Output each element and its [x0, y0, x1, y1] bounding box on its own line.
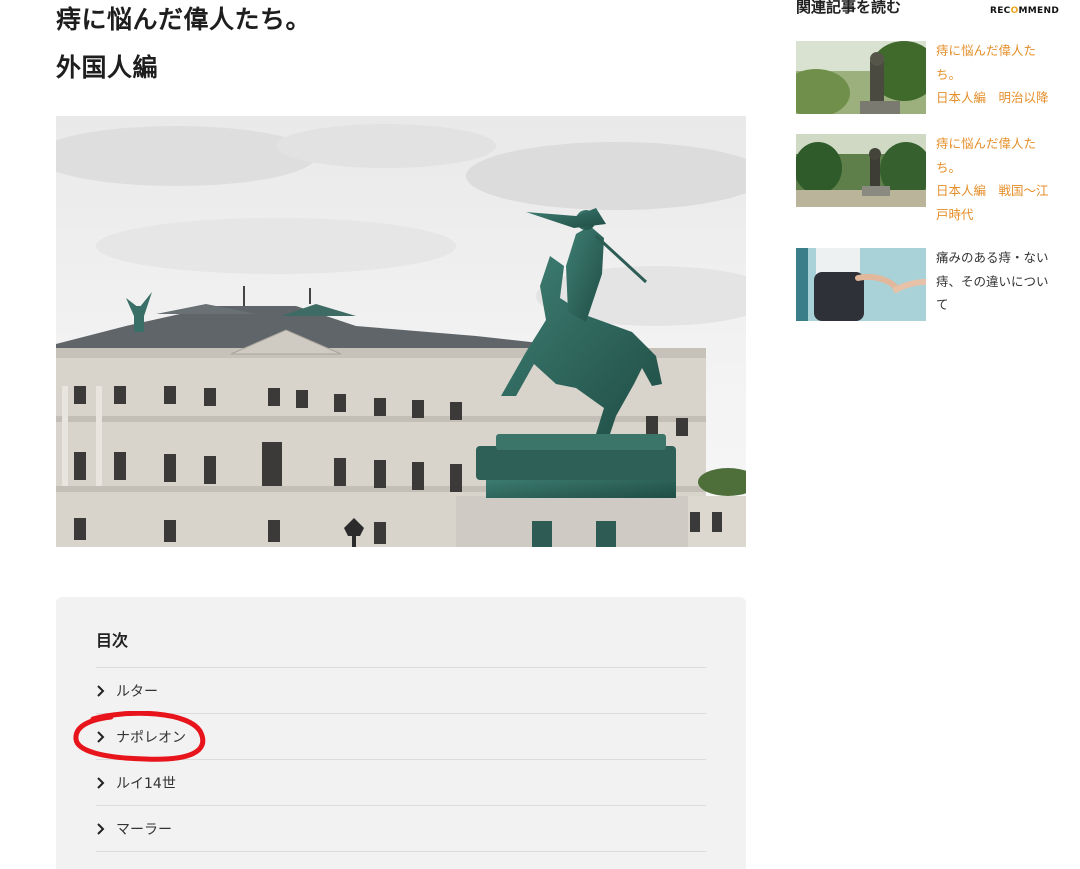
table-of-contents: 目次 ルター ナポレオン ルイ14世 マーラー	[56, 597, 746, 869]
article-thumbnail	[796, 248, 926, 321]
toc-item-louis-xiv[interactable]: ルイ14世	[96, 760, 706, 806]
chevron-right-icon	[96, 730, 116, 743]
toc-item-label: ナポレオン	[116, 729, 186, 746]
toc-item-label: マーラー	[116, 821, 172, 838]
toc-item-napoleon[interactable]: ナポレオン	[96, 714, 706, 760]
chevron-right-icon	[96, 684, 116, 697]
article-title: 痔に悩んだ偉人た ち。 日本人編 戦国〜江 戸時代	[936, 136, 1049, 222]
recommend-badge: RECOMMEND	[990, 6, 1060, 16]
article-title-line1: 痔に悩んだ偉人たち。	[56, 5, 312, 34]
article-thumbnail	[796, 41, 926, 114]
article-thumbnail	[796, 134, 926, 207]
related-articles-heading: 関連記事を読む	[796, 0, 902, 16]
chevron-right-icon	[96, 822, 116, 835]
related-article-card-2[interactable]: 痔に悩んだ偉人た ち。 日本人編 戦国〜江 戸時代	[796, 134, 1066, 226]
toc-heading: 目次	[96, 627, 706, 668]
article-title: 痛みのある痔・ない 痔、その違いについ て	[936, 250, 1049, 312]
hero-image	[56, 116, 746, 547]
article-title: 痔に悩んだ偉人た ち。 日本人編 明治以降	[936, 43, 1049, 105]
chevron-right-icon	[96, 776, 116, 789]
toc-item-label: ルター	[116, 683, 158, 700]
article-title-line2: 外国人編	[56, 53, 159, 82]
toc-item-label: ルイ14世	[116, 775, 176, 792]
related-article-card-3[interactable]: 痛みのある痔・ない 痔、その違いについ て	[796, 248, 1066, 321]
toc-item-luther[interactable]: ルター	[96, 668, 706, 714]
toc-item-mahler[interactable]: マーラー	[96, 806, 706, 852]
related-article-card-1[interactable]: 痔に悩んだ偉人た ち。 日本人編 明治以降	[796, 41, 1066, 114]
